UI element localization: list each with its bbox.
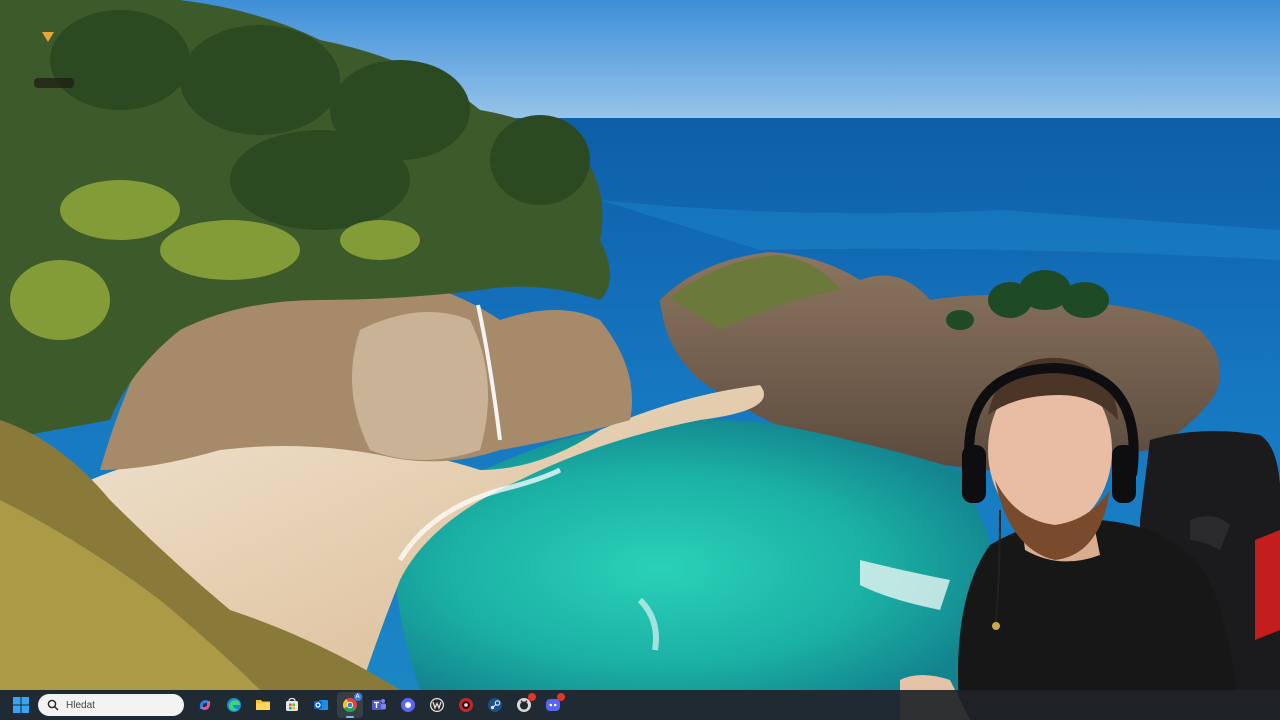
teams-icon xyxy=(371,699,386,710)
github-notification-badge xyxy=(527,693,536,701)
outlook-icon xyxy=(313,700,328,710)
taskbar-search-box[interactable] xyxy=(38,694,184,716)
steam-icon xyxy=(487,698,502,712)
obs-button[interactable] xyxy=(453,692,479,718)
search-input[interactable] xyxy=(66,699,176,711)
file-explorer-button[interactable] xyxy=(250,692,276,718)
steam-button[interactable] xyxy=(482,692,508,718)
discord-notification-badge xyxy=(556,693,565,701)
app-circle-icon xyxy=(400,698,415,712)
taskbar: A xyxy=(0,690,1280,720)
windows-icon xyxy=(13,697,29,713)
discord-button[interactable] xyxy=(540,692,566,718)
desktop-shortcut-icon[interactable] xyxy=(34,26,74,92)
copilot-button[interactable] xyxy=(192,692,218,718)
copilot-icon xyxy=(199,700,210,710)
wordpress-button[interactable] xyxy=(424,692,450,718)
wordpress-icon xyxy=(429,698,444,712)
outlook-button[interactable] xyxy=(308,692,334,718)
chrome-button[interactable]: A xyxy=(336,692,363,718)
obs-icon xyxy=(458,698,473,712)
webcam-overlay xyxy=(900,350,1280,720)
start-button[interactable] xyxy=(8,692,34,718)
edge-icon xyxy=(226,698,241,712)
file-explorer-icon xyxy=(255,700,270,710)
microsoft-store-icon xyxy=(285,697,298,711)
chrome-profile-badge: A xyxy=(353,693,362,701)
github-button[interactable] xyxy=(511,692,537,718)
microsoft-store-button[interactable] xyxy=(279,692,305,718)
search-icon xyxy=(46,698,60,712)
teams-button[interactable] xyxy=(366,692,392,718)
edge-button[interactable] xyxy=(221,692,247,718)
app-circle-button[interactable] xyxy=(395,692,421,718)
